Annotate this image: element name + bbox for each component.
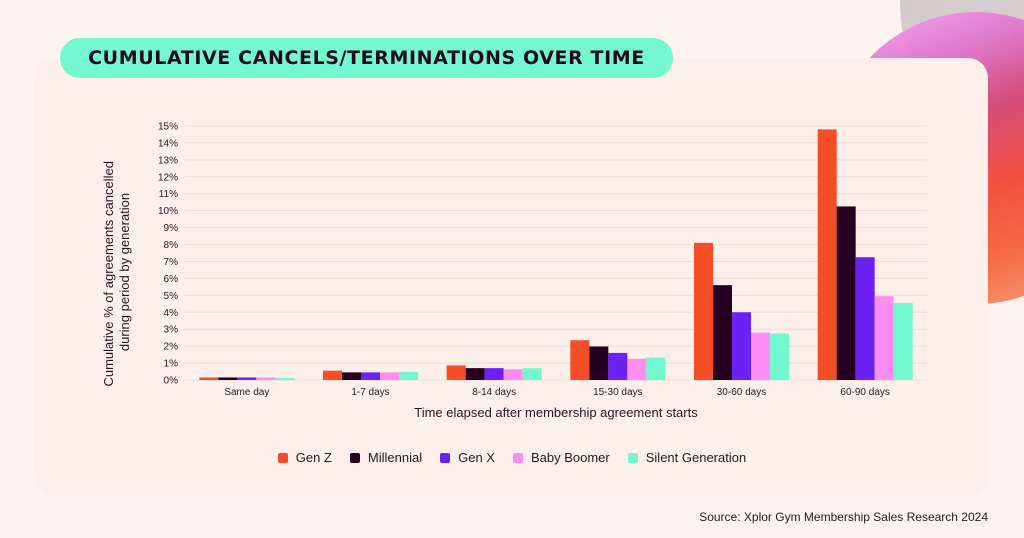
x-tick-label: 30-60 days	[717, 387, 766, 398]
bar-gen-z-same-day	[199, 377, 219, 380]
y-tick-label: 7%	[164, 257, 179, 268]
y-tick-label: 13%	[158, 155, 178, 166]
chart-legend: Gen Z Millennial Gen X Baby Boomer Silent Ge…	[0, 450, 1024, 465]
bar-silent-generation-60-90-days	[893, 302, 913, 380]
legend-item-baby-boomer: Baby Boomer	[512, 450, 610, 465]
bar-millennial-same-day	[218, 377, 238, 380]
source-note: Source: Xplor Gym Membership Sales Resea…	[699, 510, 988, 524]
x-tick-label: 60-90 days	[840, 387, 889, 398]
x-tick-label: Same day	[224, 387, 269, 398]
bar-gen-x-15-30-days	[608, 352, 628, 380]
bar-gen-z-1-7-days	[323, 370, 342, 380]
x-tick-label: 15-30 days	[593, 387, 642, 398]
bar-gen-x-same-day	[237, 377, 257, 380]
legend-swatch	[512, 452, 523, 463]
bar-baby-boomer-8-14-days	[503, 369, 523, 380]
legend-swatch	[277, 452, 288, 463]
legend-item-gen-x: Gen X	[440, 450, 495, 465]
bar-gen-z-15-30-days	[570, 340, 590, 380]
bar-silent-generation-15-30-days	[646, 357, 666, 380]
bar-silent-generation-30-60-days	[770, 333, 789, 380]
bar-millennial-15-30-days	[589, 346, 609, 380]
legend-item-millennial: Millennial	[349, 450, 423, 465]
y-axis-label-line-2: during period by generation	[117, 193, 132, 351]
y-tick-label: 1%	[164, 359, 179, 370]
bar-baby-boomer-60-90-days	[874, 296, 894, 380]
y-tick-label: 10%	[158, 206, 178, 217]
y-tick-label: 3%	[164, 325, 179, 336]
y-tick-label: 8%	[164, 240, 179, 251]
legend-label: Baby Boomer	[530, 450, 610, 465]
x-axis-label: Time elapsed after membership agreement …	[414, 405, 698, 420]
legend-swatch	[440, 452, 451, 463]
y-tick-label: 11%	[159, 189, 178, 200]
y-tick-label: 0%	[164, 376, 179, 387]
legend-label: Silent Generation	[645, 450, 747, 465]
x-axis-ticks: Same day 1-7 days 8-14 days 15-30 days 30-60…	[224, 387, 890, 398]
bar-baby-boomer-same-day	[256, 377, 276, 380]
bar-gen-z-30-60-days	[694, 242, 713, 380]
bar-gen-x-60-90-days	[855, 257, 875, 380]
y-tick-label: 2%	[164, 342, 179, 353]
legend-item-silent-generation: Silent Generation	[627, 450, 747, 465]
y-tick-label: 15%	[158, 122, 178, 133]
bar-silent-generation-1-7-days	[399, 371, 418, 380]
bar-baby-boomer-30-60-days	[751, 332, 770, 380]
y-tick-label: 5%	[164, 291, 179, 302]
x-tick-label: 8-14 days	[472, 387, 516, 398]
legend-swatch	[349, 452, 360, 463]
y-axis-label: Cumulative % of agreements cancelled dur…	[101, 157, 132, 386]
y-axis-ticks: 0% 1% 2% 3% 4% 5% 6% 7% 8% 9% 10% 11% 12% 13% 14% 15%	[158, 122, 178, 387]
bar-gen-z-8-14-days	[446, 365, 466, 380]
bar-millennial-60-90-days	[836, 206, 856, 380]
bar-baby-boomer-15-30-days	[627, 358, 647, 380]
y-tick-label: 14%	[158, 138, 178, 149]
bar-silent-generation-8-14-days	[522, 368, 542, 380]
legend-label: Gen Z	[295, 450, 332, 465]
bar-millennial-8-14-days	[465, 368, 485, 380]
gridlines	[185, 125, 927, 381]
y-tick-label: 4%	[164, 308, 179, 319]
bar-millennial-30-60-days	[713, 285, 732, 380]
bar-millennial-1-7-days	[342, 372, 361, 380]
bar-baby-boomer-1-7-days	[380, 372, 399, 380]
legend-label: Millennial	[367, 450, 423, 465]
bars	[199, 129, 913, 380]
y-tick-label: 6%	[164, 274, 179, 285]
y-tick-label: 9%	[164, 223, 179, 234]
bar-gen-x-8-14-days	[484, 368, 504, 380]
y-tick-label: 12%	[158, 172, 178, 183]
legend-label: Gen X	[458, 450, 495, 465]
bar-gen-x-30-60-days	[732, 312, 751, 380]
bar-gen-x-1-7-days	[361, 372, 380, 380]
legend-item-gen-z: Gen Z	[277, 450, 332, 465]
y-axis-label-line-1: Cumulative % of agreements cancelled	[101, 161, 116, 386]
bar-silent-generation-same-day	[275, 377, 295, 380]
bar-gen-z-60-90-days	[817, 129, 837, 380]
x-tick-label: 1-7 days	[351, 387, 389, 398]
legend-swatch	[627, 452, 638, 463]
